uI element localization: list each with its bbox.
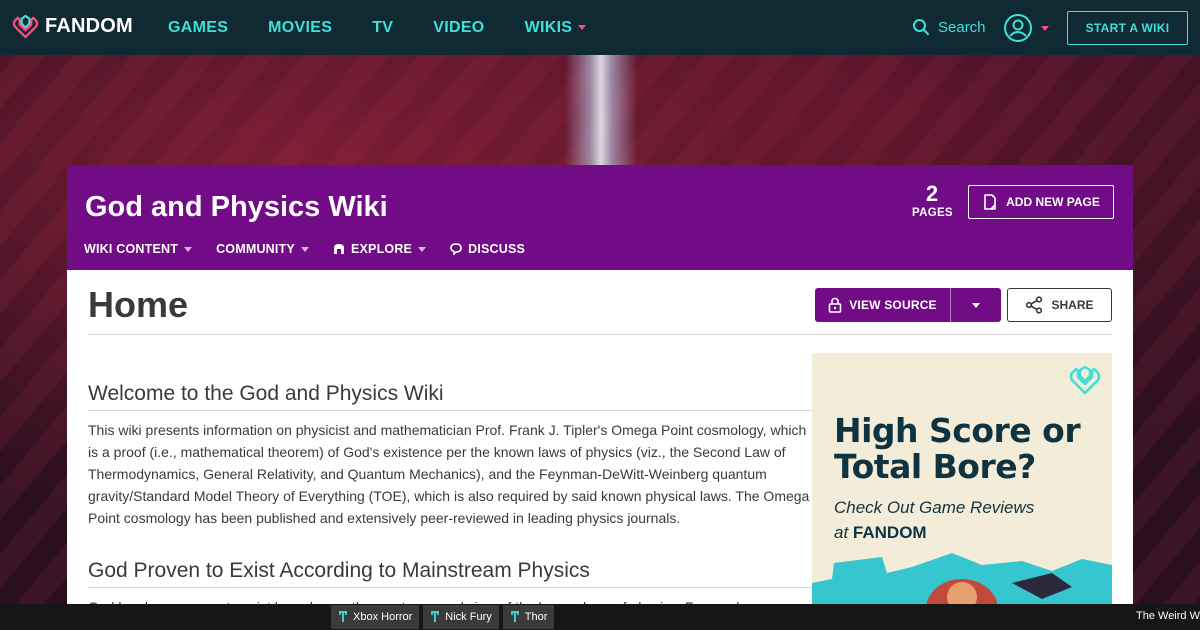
nav-link-wikis[interactable]: WIKIS	[525, 19, 587, 37]
view-source-button[interactable]: VIEW SOURCE	[815, 288, 951, 322]
nav-link-video[interactable]: VIDEO	[433, 19, 484, 37]
add-new-page-button[interactable]: ADD NEW PAGE	[968, 185, 1114, 219]
view-source-label: VIEW SOURCE	[849, 298, 937, 312]
trending-item-label: Thor	[524, 611, 548, 623]
discuss-icon	[450, 243, 462, 255]
user-avatar-icon	[1004, 14, 1032, 42]
nav-link-label: VIDEO	[433, 18, 485, 36]
wiki-nav-label: WIKI CONTENT	[84, 242, 179, 256]
nav-link-label: MOVIES	[268, 18, 333, 36]
wiki-nav-wiki-content[interactable]: WIKI CONTENT	[84, 242, 193, 256]
fandom-logo-icon	[12, 14, 39, 39]
fandom-logo[interactable]: FANDOM	[12, 13, 133, 40]
view-source-button-group: VIEW SOURCE	[815, 288, 1001, 322]
article-body: Welcome to the God and Physics Wiki This…	[88, 382, 812, 630]
wiki-navigation: WIKI CONTENT COMMUNITY EXPLORE DISCUSS	[84, 242, 549, 256]
user-menu[interactable]	[1003, 13, 1049, 43]
advertisement[interactable]: High Score or Total Bore? Check Out Game…	[812, 353, 1112, 610]
fandom-brand-text: FANDOM	[45, 15, 133, 37]
ad-headline-line: Total Bore?	[834, 447, 1036, 486]
search-label: Search	[938, 18, 986, 36]
ad-subheadline-line: at FANDOM	[834, 520, 1034, 545]
wiki-nav-explore[interactable]: EXPLORE	[333, 242, 427, 256]
trending-item[interactable]: Thor	[502, 605, 555, 629]
section-heading: Welcome to the God and Physics Wiki	[88, 382, 812, 411]
trending-item-label: Nick Fury	[445, 611, 492, 623]
trending-item[interactable]: Nick Fury	[423, 605, 499, 629]
ad-headline: High Score or Total Bore?	[834, 411, 1081, 486]
wiki-nav-label: DISCUSS	[468, 242, 526, 256]
global-nav-links: GAMES MOVIES TV VIDEO WIKIS	[168, 0, 626, 55]
divider	[88, 334, 1112, 335]
add-new-page-label: ADD NEW PAGE	[1006, 195, 1100, 209]
pin-icon	[431, 611, 440, 622]
nav-link-label: GAMES	[168, 18, 229, 36]
share-label: SHARE	[1051, 298, 1094, 312]
nav-link-movies[interactable]: MOVIES	[268, 19, 332, 37]
start-a-wiki-button[interactable]: START A WIKI	[1067, 11, 1188, 45]
nav-link-tv[interactable]: TV	[372, 19, 393, 37]
fandom-logo-icon	[1069, 365, 1101, 395]
nav-link-games[interactable]: GAMES	[168, 19, 228, 37]
search-icon	[913, 19, 930, 36]
pin-icon	[510, 611, 519, 622]
chevron-down-icon	[300, 246, 309, 252]
trending-item-label: Xbox Horror	[353, 611, 413, 623]
wiki-nav-discuss[interactable]: DISCUSS	[450, 242, 525, 256]
nav-link-label: TV	[372, 18, 394, 36]
page-count: 2 PAGES	[912, 181, 953, 219]
lock-icon	[828, 297, 842, 313]
ad-subheadline-line: Check Out Game Reviews	[834, 498, 1035, 517]
page-count-number: 2	[925, 181, 939, 206]
wiki-nav-label: COMMUNITY	[216, 242, 295, 256]
page-content: Home VIEW SOURCE SHARE Welcome to the Go…	[67, 270, 1133, 615]
search-button[interactable]: Search	[912, 18, 986, 36]
page-title: Home	[88, 284, 189, 325]
ad-brand: FANDOM	[852, 523, 927, 542]
background-light-beam	[565, 55, 637, 175]
chevron-down-icon	[418, 246, 427, 252]
page-actions-dropdown[interactable]	[951, 288, 1001, 322]
page-icon	[984, 194, 996, 210]
chevron-down-icon	[578, 25, 587, 30]
section-heading: God Proven to Exist According to Mainstr…	[88, 559, 812, 588]
wiki-header: God and Physics Wiki WIKI CONTENT COMMUN…	[67, 165, 1133, 270]
trending-item[interactable]: Xbox Horror	[331, 605, 420, 629]
wiki-nav-label: EXPLORE	[350, 242, 413, 256]
chevron-down-icon	[1041, 25, 1049, 31]
ad-headline-line: High Score or	[834, 411, 1081, 450]
section-paragraph: This wiki presents information on physic…	[88, 422, 810, 526]
share-button[interactable]: SHARE	[1007, 288, 1112, 322]
chevron-down-icon	[184, 246, 193, 252]
explore-icon	[333, 244, 344, 254]
chevron-down-icon	[972, 302, 980, 308]
global-navigation: FANDOM GAMES MOVIES TV VIDEO WIKIS Searc…	[0, 0, 1200, 55]
bottom-bar-ticker[interactable]: The Weird W	[1136, 610, 1200, 622]
wiki-nav-community[interactable]: COMMUNITY	[216, 242, 309, 256]
bottom-bar: Xbox Horror Nick Fury Thor The Weird W	[0, 604, 1200, 630]
page-count-label: PAGES	[912, 207, 953, 219]
ad-subheadline: Check Out Game Reviews at FANDOM	[834, 495, 1034, 545]
share-icon	[1026, 296, 1043, 314]
nav-link-label: WIKIS	[524, 18, 573, 36]
trending-items: Xbox Horror Nick Fury Thor	[331, 604, 555, 630]
wiki-title[interactable]: God and Physics Wiki	[85, 191, 388, 224]
ad-artwork	[812, 553, 1112, 610]
pin-icon	[339, 611, 347, 622]
ad-sub-at: at	[834, 523, 849, 542]
